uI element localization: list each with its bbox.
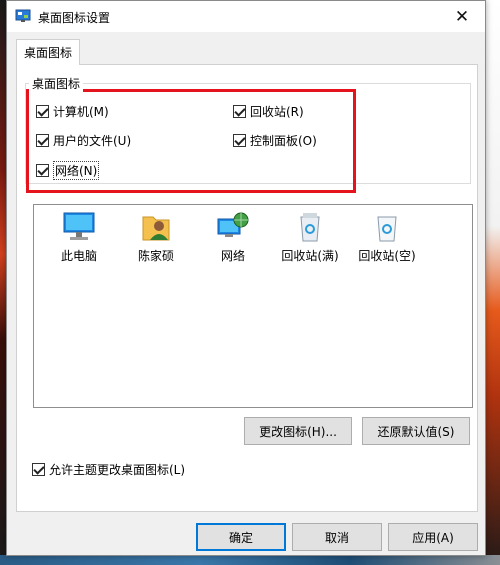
button-label: 取消: [324, 530, 349, 545]
group-label: 桌面图标: [29, 75, 84, 92]
checkbox-label: 控制面板(O): [250, 134, 317, 148]
checkbox-network[interactable]: 网络(N): [36, 161, 100, 180]
checkbox-checked-icon: [32, 463, 45, 476]
checkbox-label: 网络(N): [53, 161, 100, 180]
icon-item-this-pc[interactable]: 此电脑: [40, 211, 118, 264]
button-label: 更改图标(H)...: [259, 424, 337, 439]
close-icon: ✕: [454, 6, 470, 27]
checkbox-label: 回收站(R): [250, 105, 304, 119]
desktop-background-bottom: [0, 555, 500, 565]
network-icon: [217, 212, 249, 237]
desktop-settings-icon: [15, 9, 31, 22]
icon-item-user-files[interactable]: 陈家硕: [117, 211, 195, 264]
ok-button[interactable]: 确定: [196, 523, 286, 551]
checkbox-control-panel[interactable]: 控制面板(O): [233, 132, 317, 149]
change-icon-button[interactable]: 更改图标(H)...: [244, 417, 352, 445]
restore-default-button[interactable]: 还原默认值(S): [362, 417, 470, 445]
recycle-bin-empty-icon: [377, 216, 397, 242]
icon-label: 此电脑: [60, 249, 97, 263]
checkbox-user-files[interactable]: 用户的文件(U): [36, 132, 131, 149]
icon-list[interactable]: 此电脑 陈家硕 网络 回收站(满) 回收站(空): [33, 204, 473, 408]
window-title: 桌面图标设置: [38, 11, 111, 25]
checkbox-label: 用户的文件(U): [53, 134, 132, 148]
tab-label: 桌面图标: [24, 46, 73, 60]
checkbox-label: 允许主题更改桌面图标(L): [49, 463, 186, 477]
checkbox-computer[interactable]: 计算机(M): [36, 103, 109, 120]
apply-button[interactable]: 应用(A): [388, 523, 478, 551]
desktop-icon-settings-dialog: 桌面图标设置 ✕ 桌面图标 桌面图标 计算机(M) 回收站(R) 用户的文件(U…: [6, 0, 486, 556]
checkbox-checked-icon: [233, 134, 246, 147]
tab-desktop-icons[interactable]: 桌面图标: [16, 39, 81, 65]
icon-label: 网络: [220, 249, 245, 263]
icon-item-network[interactable]: 网络: [194, 211, 272, 264]
desktop-background-right: [486, 0, 500, 565]
icon-item-recycle-bin-empty[interactable]: 回收站(空): [348, 211, 426, 264]
icon-label: 回收站(空): [358, 249, 416, 263]
close-button[interactable]: ✕: [439, 1, 485, 32]
user-folder-icon: [142, 216, 170, 241]
recycle-bin-full-icon: [300, 213, 320, 242]
checkbox-allow-themes[interactable]: 允许主题更改桌面图标(L): [32, 461, 185, 478]
computer-icon: [63, 212, 95, 240]
cancel-button[interactable]: 取消: [292, 523, 382, 551]
icon-label: 回收站(满): [281, 249, 339, 263]
checkbox-checked-icon: [36, 164, 49, 177]
checkbox-checked-icon: [36, 134, 49, 147]
button-label: 还原默认值(S): [377, 424, 455, 439]
checkbox-label: 计算机(M): [53, 105, 109, 119]
button-label: 确定: [228, 530, 253, 545]
checkbox-recycle-bin[interactable]: 回收站(R): [233, 103, 304, 120]
icon-label: 陈家硕: [137, 249, 174, 263]
icon-item-recycle-bin-full[interactable]: 回收站(满): [271, 211, 349, 264]
checkbox-checked-icon: [233, 105, 246, 118]
button-label: 应用(A): [412, 530, 454, 545]
tab-panel: 桌面图标 计算机(M) 回收站(R) 用户的文件(U) 控制面板(O) 网络(N…: [16, 64, 478, 512]
title-bar: 桌面图标设置 ✕: [7, 1, 485, 32]
checkbox-checked-icon: [36, 105, 49, 118]
